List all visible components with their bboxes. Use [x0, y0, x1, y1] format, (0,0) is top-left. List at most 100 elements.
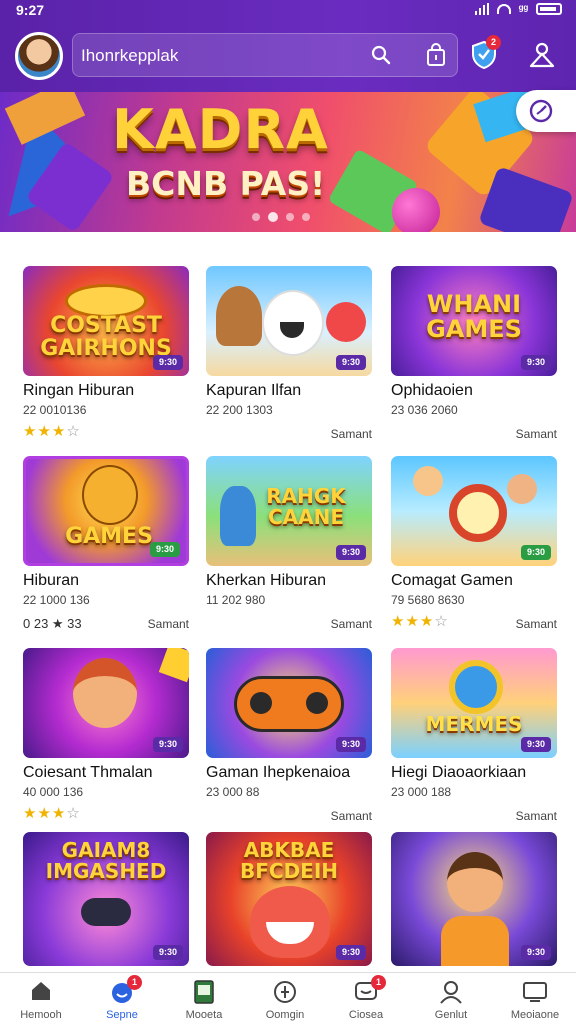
thumb-art — [449, 484, 507, 542]
search-bar[interactable]: Ihonrkepplak — [72, 33, 458, 77]
thumb-art — [447, 852, 503, 912]
game-card[interactable]: 9:30 Coiesant Thmalan 40 000 136 ★★★☆ — [23, 648, 191, 828]
banner-subtitle: BCNB PAS! — [126, 164, 326, 203]
carousel-dot[interactable] — [252, 213, 260, 221]
nav-label: Genlut — [434, 1009, 468, 1021]
nav-home[interactable]: Hemooh — [6, 977, 76, 1023]
thumb-title: WHANI GAMES — [426, 290, 522, 344]
time-badge: 9:30 — [520, 355, 551, 370]
nav-label: Hemooh — [20, 1009, 62, 1021]
game-title: Comagat Gamen — [391, 572, 513, 589]
game-card[interactable]: GAIAM8 IMGASHED 9:30 — [23, 832, 191, 972]
thumb-art — [73, 658, 137, 728]
game-thumbnail[interactable]: RAHGK CAANE 9:30 — [206, 456, 372, 566]
thumb-title: RAHGK CAANE — [266, 484, 346, 529]
decor-shape — [392, 188, 440, 232]
carousel-dots — [252, 212, 310, 222]
rating-stars: ★★★☆ — [23, 805, 81, 822]
shield-notification-button[interactable]: 2 — [470, 35, 501, 70]
game-publisher: Samant — [330, 617, 372, 631]
game-thumbnail[interactable]: 9:30 — [23, 648, 189, 758]
time-badge: 9:30 — [152, 355, 183, 370]
game-card[interactable]: COSTAST GAIRHONS 9:30 Ringan Hiburan 22 0… — [23, 266, 191, 446]
bottom-navigation: Hemooh 1 Sepne Mooeta Oomgin 1 Ciosea Ge… — [0, 972, 576, 1024]
game-thumbnail[interactable]: 9:30 — [391, 456, 557, 566]
game-card[interactable]: 9:30 Comagat Gamen 79 5680 8630 ★★★☆ Sam… — [391, 456, 559, 636]
time-badge: 9:30 — [152, 945, 183, 960]
time-badge: 9:30 — [335, 545, 366, 560]
game-publisher: Samant — [330, 427, 372, 441]
game-card[interactable]: WHANI GAMES 9:30 Ophidaoien 23 036 2060 S… — [391, 266, 559, 446]
carousel-dot[interactable] — [302, 213, 310, 221]
nav-label: Ciosea — [348, 1009, 384, 1021]
game-thumbnail[interactable]: WHANI GAMES 9:30 — [391, 266, 557, 376]
game-card[interactable]: GAMES 9:30 Hiburan 22 1000 136 0 23 ★ 33… — [23, 456, 191, 636]
game-grid: COSTAST GAIRHONS 9:30 Ringan Hiburan 22 0… — [0, 232, 576, 972]
carousel-dot[interactable] — [268, 212, 278, 222]
game-card[interactable]: 9:30 Gaman Ihepkenaioa 23 000 88 Samant — [206, 648, 374, 828]
thumb-art — [82, 465, 138, 525]
thumb-art — [413, 466, 443, 496]
nav-ciosea[interactable]: 1 Ciosea — [331, 975, 401, 1023]
game-thumbnail[interactable]: GAIAM8 IMGASHED 9:30 — [23, 832, 189, 966]
nav-sepne[interactable]: 1 Sepne — [87, 975, 157, 1023]
game-meta: 22 200 1303 — [206, 403, 273, 417]
time-badge: 9:30 — [149, 542, 180, 557]
wifi-icon — [496, 4, 511, 14]
game-publisher: Samant — [515, 427, 557, 441]
game-thumbnail[interactable]: 9:30 — [391, 832, 557, 966]
game-thumbnail[interactable]: ABKBAE BFCDEIH 9:30 — [206, 832, 372, 966]
battery-icon — [536, 3, 562, 15]
game-card[interactable]: MERMES 9:30 Hiegi Diaoaorkiaan 23 000 18… — [391, 648, 559, 828]
status-time: 9:27 — [16, 2, 45, 18]
avatar[interactable] — [15, 32, 63, 80]
nav-genlut[interactable]: Genlut — [416, 977, 486, 1023]
network-icon: ᵍᵍ — [518, 2, 528, 16]
people-icon — [529, 42, 555, 68]
time-badge: 9:30 — [152, 737, 183, 752]
app-screen: 9:27 ᵍᵍ Ihonrkepplak 2 KADRA BCNB PAS! C… — [0, 0, 576, 1024]
signal-icon — [474, 3, 489, 15]
nav-oomgin[interactable]: Oomgin — [250, 977, 320, 1023]
game-title: Kherkan Hiburan — [206, 572, 327, 589]
time-badge: 9:30 — [520, 945, 551, 960]
nav-label: Sepne — [106, 1009, 138, 1021]
rating-stars: ★★★☆ — [23, 423, 81, 440]
shopping-bag-icon[interactable] — [425, 43, 447, 67]
thumb-art — [507, 474, 537, 504]
nav-label: Mooeta — [185, 1009, 223, 1021]
nav-badge: 1 — [127, 975, 142, 990]
people-button[interactable] — [528, 42, 556, 68]
time-badge: 9:30 — [520, 737, 551, 752]
thumb-art — [250, 692, 272, 714]
thumb-art — [216, 286, 262, 346]
game-card[interactable]: RAHGK CAANE 9:30 Kherkan Hiburan 11 202 9… — [206, 456, 374, 636]
game-thumbnail[interactable]: COSTAST GAIRHONS 9:30 — [23, 266, 189, 376]
timer-button[interactable] — [516, 90, 576, 132]
game-meta: 22 0010136 — [23, 403, 87, 417]
search-input[interactable]: Ihonrkepplak — [81, 46, 178, 66]
game-meta: 23 000 88 — [206, 785, 260, 799]
rating-text: 0 23 ★ 33 — [23, 616, 82, 631]
game-thumbnail[interactable]: 9:30 — [206, 648, 372, 758]
game-card[interactable]: 9:30 — [391, 832, 559, 972]
game-card[interactable]: ABKBAE BFCDEIH 9:30 — [206, 832, 374, 972]
notification-badge: 2 — [486, 35, 501, 50]
game-card[interactable]: 9:30 Kapuran Ilfan 22 200 1303 Samant — [206, 266, 374, 446]
game-thumbnail[interactable]: 9:30 — [206, 266, 372, 376]
thumb-art — [158, 648, 189, 683]
nav-mooeta[interactable]: Mooeta — [169, 977, 239, 1023]
thumb-art — [326, 302, 366, 342]
time-badge: 9:30 — [335, 737, 366, 752]
thumb-title: COSTAST GAIRHONS — [40, 313, 172, 362]
game-title: Hiburan — [23, 572, 80, 589]
time-badge: 9:30 — [520, 545, 551, 560]
carousel-dot[interactable] — [286, 213, 294, 221]
game-publisher: Samant — [515, 809, 557, 823]
search-icon[interactable] — [371, 45, 391, 65]
game-thumbnail[interactable]: MERMES 9:30 — [391, 648, 557, 758]
promo-banner[interactable]: KADRA BCNB PAS! — [0, 92, 576, 232]
time-badge: 9:30 — [335, 355, 366, 370]
nav-meoiaone[interactable]: Meoiaone — [500, 977, 570, 1023]
game-thumbnail[interactable]: GAMES 9:30 — [23, 456, 189, 566]
